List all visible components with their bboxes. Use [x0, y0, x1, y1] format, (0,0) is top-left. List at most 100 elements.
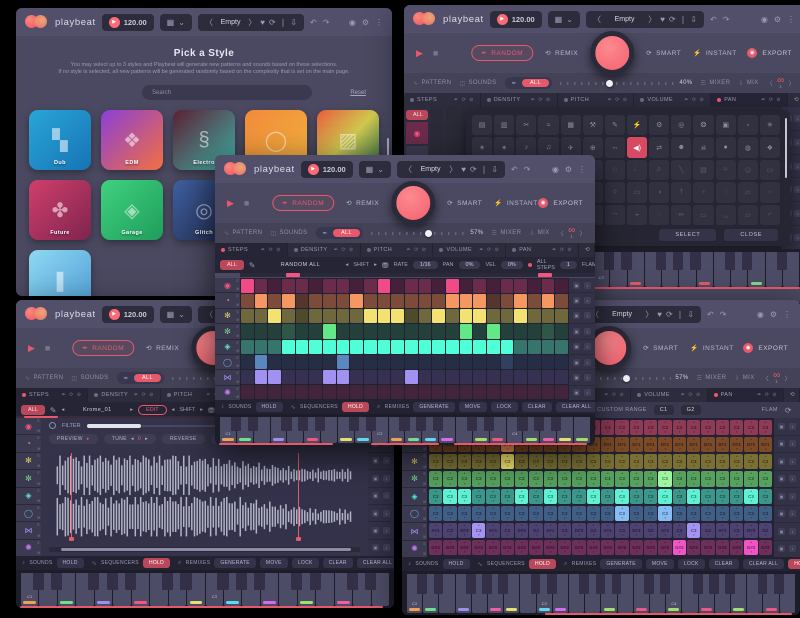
step-cell[interactable] [323, 340, 336, 354]
piano-black-key[interactable] [162, 573, 173, 590]
mixer-button[interactable]: ☰MIXER [701, 80, 731, 87]
loop-next-icon[interactable]: 〉 [785, 374, 791, 383]
step-cell[interactable] [432, 385, 445, 399]
step-cell[interactable] [473, 309, 486, 323]
dice-icon[interactable]: ⟳ [462, 97, 467, 103]
step-cell[interactable] [296, 309, 309, 323]
step-cell[interactable] [501, 340, 514, 354]
column-extra[interactable]: ⟲ [579, 243, 595, 257]
step-cell[interactable] [323, 294, 336, 308]
pitch-cell[interactable]: ▴D#1▾ [730, 437, 743, 452]
mute-toggle[interactable]: M [423, 535, 426, 539]
step-cell[interactable] [446, 340, 459, 354]
sequencers-hold-button[interactable]: HOLD [529, 559, 556, 569]
pitch-cell[interactable]: ▴C3▾ [443, 506, 456, 521]
piano-black-key[interactable] [534, 417, 544, 431]
step-cell[interactable] [282, 340, 295, 354]
pitch-cell[interactable]: ▴A#1▾ [429, 523, 442, 538]
step-cell[interactable] [309, 340, 322, 354]
piano-key[interactable] [766, 252, 782, 287]
sample-instrument-icon[interactable]: ▭ [693, 205, 713, 225]
rate-value[interactable]: 1/16 [413, 261, 438, 269]
piano-black-key[interactable] [466, 574, 476, 594]
piano-black-key[interactable] [417, 574, 427, 594]
step-cell[interactable] [255, 324, 268, 338]
column-tab-pitch[interactable]: PITCH✒⟳⊘ [361, 243, 434, 257]
filter-power-toggle[interactable] [49, 422, 56, 429]
step-cell[interactable] [405, 294, 418, 308]
track-output-icon[interactable]: ▣ [573, 328, 580, 335]
step-cell[interactable] [487, 279, 500, 293]
piano-key[interactable] [645, 252, 661, 287]
pitch-cell[interactable]: ▴C3▾ [701, 471, 714, 486]
step-cell[interactable] [419, 355, 432, 369]
track-icon-4[interactable]: ◈SM [215, 340, 240, 354]
smart-button[interactable]: ⟳SMART [646, 49, 681, 57]
pitch-cell[interactable]: ▴C3▾ [558, 471, 571, 486]
pencil-icon[interactable]: ✒ [681, 392, 686, 398]
step-cell[interactable] [528, 340, 541, 354]
pitch-cell[interactable]: ▴C3▾ [716, 471, 729, 486]
undo-icon[interactable]: ↶ [707, 310, 714, 319]
step-cell[interactable] [473, 279, 486, 293]
track-link-icon[interactable]: • [789, 510, 796, 517]
lock-icon[interactable]: ⊘ [700, 97, 705, 103]
step-cell[interactable] [419, 324, 432, 338]
sample-instrument-icon[interactable]: ▤ [472, 115, 492, 135]
track-link-icon[interactable]: • [383, 510, 390, 517]
pitch-cell[interactable]: ▴D#1▾ [644, 437, 657, 452]
pitch-cell[interactable]: ▴C3▾ [701, 420, 714, 435]
pitch-cell[interactable]: ▴C3▾ [472, 454, 485, 469]
piano-black-key[interactable] [231, 417, 241, 431]
step-cell[interactable] [542, 370, 555, 384]
step-cell[interactable] [432, 309, 445, 323]
piano-keyboard[interactable]: C3 [588, 249, 800, 289]
instant-button[interactable]: ⚡INSTANT [693, 49, 736, 57]
piano-black-key[interactable] [217, 573, 228, 590]
step-cell[interactable] [255, 294, 268, 308]
kebab-menu-icon[interactable]: ⋮ [787, 15, 795, 24]
pan-value[interactable]: 0% [459, 261, 481, 269]
lock-button[interactable]: LOCK [292, 558, 319, 568]
pitch-cell[interactable]: ▴G#2▾ [558, 540, 571, 555]
pitch-cell[interactable]: ▴C3▾ [486, 454, 499, 469]
step-cell[interactable] [419, 385, 432, 399]
track-link-icon[interactable]: • [584, 343, 591, 350]
pitch-cell[interactable]: ▴G#2▾ [472, 540, 485, 555]
step-cell[interactable] [350, 279, 363, 293]
pitch-cell[interactable]: ▴C3▾ [544, 506, 557, 521]
step-cell[interactable] [255, 385, 268, 399]
pitch-cell[interactable]: ▴C3▾ [730, 489, 743, 504]
save-icon[interactable]: ⇩ [687, 310, 694, 319]
step-cell[interactable] [405, 385, 418, 399]
pitch-cell[interactable]: ▴C3▾ [587, 471, 600, 486]
lock-icon[interactable]: ⊘ [546, 97, 551, 103]
sample-instrument-icon[interactable]: ≈ [716, 160, 736, 180]
piano-black-key[interactable] [347, 573, 358, 590]
pitch-cell[interactable]: ▴C3▾ [558, 454, 571, 469]
piano-key[interactable] [335, 573, 352, 606]
step-cell[interactable] [309, 279, 322, 293]
track-output-icon[interactable]: ▣ [778, 528, 785, 535]
export-button[interactable]: ◉EXPORT [743, 343, 788, 353]
gear-icon[interactable]: ⚙ [770, 310, 777, 319]
sample-instrument-icon[interactable]: ↔ [605, 137, 625, 157]
track-icon-4[interactable]: ◈SM [402, 488, 427, 505]
pencil-icon[interactable]: ✒ [261, 247, 266, 253]
mute-toggle[interactable]: M [37, 534, 40, 538]
pitch-cell[interactable]: ▴C3▾ [658, 471, 671, 486]
sample-range-marker[interactable] [71, 453, 72, 539]
track-link-icon[interactable]: • [789, 493, 796, 500]
track-output-icon[interactable]: ▣ [778, 493, 785, 500]
track-icon-6[interactable]: ⋈SM [16, 522, 41, 538]
pitch-cell[interactable]: ▴C3▾ [529, 454, 542, 469]
piano-black-key[interactable] [315, 417, 325, 431]
pitch-cell[interactable]: ▴D#3▾ [572, 523, 585, 538]
pitch-cell[interactable]: ▴C3▾ [587, 454, 600, 469]
mute-toggle[interactable]: M [236, 287, 239, 291]
piano-black-key[interactable] [484, 417, 494, 431]
step-cell[interactable] [364, 279, 377, 293]
piano-key[interactable] [456, 574, 471, 613]
favorite-icon[interactable]: ♥ [260, 18, 265, 27]
column-tab-volume[interactable]: VOLUME✒⟳⊘ [631, 388, 707, 402]
